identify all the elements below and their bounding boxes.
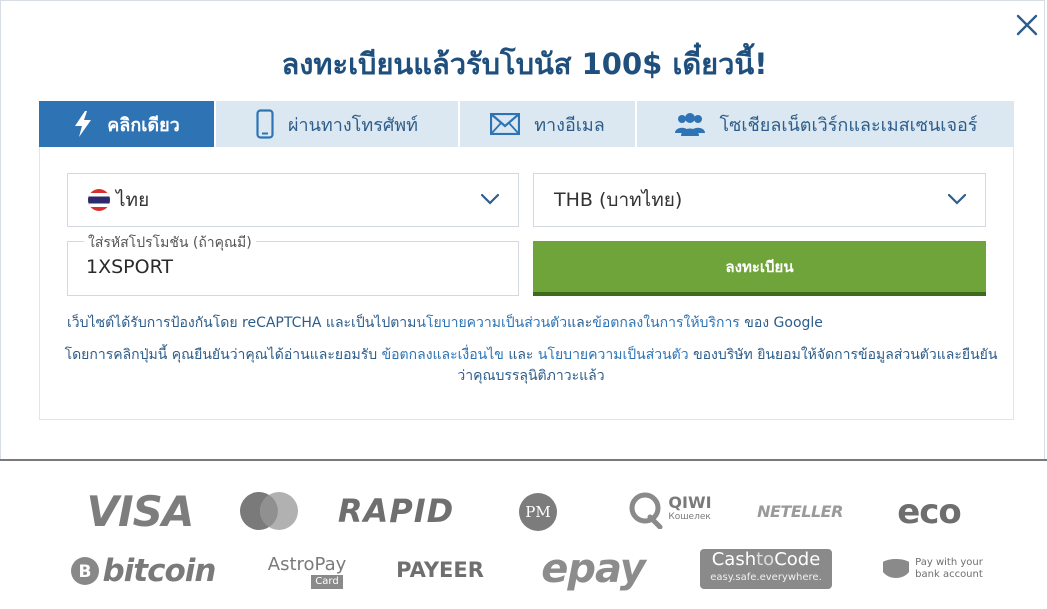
visa-logo: VISA bbox=[86, 486, 195, 536]
bank-text-2: bank account bbox=[915, 569, 983, 580]
bitcoin-icon: B bbox=[71, 557, 100, 585]
recaptcha-and-text: และ bbox=[567, 315, 593, 331]
bitcoin-text: bitcoin bbox=[102, 553, 216, 589]
promo-code-input[interactable] bbox=[86, 256, 486, 278]
cashtocode-text-3: Code bbox=[774, 549, 821, 570]
astropay-text: AstroPay bbox=[267, 554, 347, 575]
cashtocode-subtext: easy.safe.everywhere. bbox=[710, 572, 822, 583]
rapid-text: RAPID bbox=[337, 492, 455, 530]
country-value: ไทย bbox=[116, 189, 150, 211]
eco-logo: eco bbox=[890, 491, 968, 533]
epay-logo: epay bbox=[541, 546, 646, 592]
tab-phone[interactable]: ผ่านทางโทรศัพท์ bbox=[216, 101, 460, 147]
rapid-logo: RAPID bbox=[338, 491, 453, 531]
users-icon bbox=[674, 113, 705, 136]
tab-social[interactable]: โซเชียลเน็ตเวิร์กและเมสเซนเจอร์ bbox=[637, 101, 1014, 147]
bank-text-1: Pay with your bbox=[915, 557, 983, 568]
mastercard-logo bbox=[240, 492, 298, 530]
bank-icon bbox=[883, 559, 910, 578]
phone-icon bbox=[256, 109, 274, 139]
tab-email[interactable]: ทางอีเมล bbox=[460, 101, 637, 147]
register-button[interactable]: ลงทะเบียน bbox=[533, 241, 986, 296]
terms-notice: โดยการคลิกปุ่มนี้ คุณยืนยันว่าคุณได้อ่าน… bbox=[61, 345, 1001, 387]
terms-and-text: และ bbox=[508, 347, 534, 363]
registration-tabs: คลิกเดียว ผ่านทางโทรศัพท์ ทางอีเมล โซเชี… bbox=[39, 101, 1014, 147]
recaptcha-text: เว็บไซต์ได้รับการป้องกันโดย reCAPTCHA แล… bbox=[67, 315, 417, 331]
cashtocode-text-1: Cash bbox=[711, 549, 757, 570]
bank-account-logo: Pay with your bank account bbox=[878, 551, 986, 587]
tab-label: ผ่านทางโทรศัพท์ bbox=[287, 114, 419, 136]
thailand-flag-icon bbox=[88, 189, 110, 211]
close-icon[interactable] bbox=[1013, 11, 1041, 39]
chevron-down-icon bbox=[947, 193, 967, 205]
lightning-icon bbox=[75, 111, 92, 137]
terms-conditions-link[interactable]: ข้อตกลงและเงื่อนไข bbox=[382, 347, 504, 363]
registration-modal: ลงทะเบียนแล้วรับโบนัส 100$ เดี๋ยวนี้! คล… bbox=[0, 0, 1045, 460]
privacy-policy-link[interactable]: นโยบายความเป็นส่วนตัว bbox=[416, 315, 567, 331]
payeer-logo: PAYEER bbox=[396, 558, 484, 582]
qiwi-subtext: Кошелек bbox=[668, 512, 711, 522]
country-select[interactable]: ไทย bbox=[67, 173, 519, 227]
qiwi-icon bbox=[629, 492, 663, 529]
recaptcha-suffix-text: ของ Google bbox=[744, 315, 823, 331]
qiwi-logo: QIWI Кошелек bbox=[628, 489, 712, 531]
tab-label: คลิกเดียว bbox=[107, 114, 180, 136]
cashtocode-text-2: to bbox=[756, 549, 775, 570]
tab-one-click[interactable]: คลิกเดียว bbox=[39, 101, 216, 147]
neteller-logo: NETELLER bbox=[757, 501, 843, 521]
currency-value: THB (บาทไทย) bbox=[554, 189, 683, 211]
tab-label: ทางอีเมล bbox=[534, 114, 605, 136]
astropay-logo: AstroPay Card bbox=[262, 549, 352, 595]
promo-code-field: ใส่รหัสโปรโมชัน (ถ้าคุณมี) bbox=[67, 232, 519, 296]
modal-title: ลงทะเบียนแล้วรับโบนัส 100$ เดี๋ยวนี้! bbox=[281, 47, 768, 81]
astropay-card-text: Card bbox=[311, 575, 343, 589]
cashtocode-logo: CashtoCode easy.safe.everywhere. bbox=[700, 549, 832, 589]
terms-text: โดยการคลิกปุ่มนี้ คุณยืนยันว่าคุณได้อ่าน… bbox=[64, 347, 378, 363]
bitcoin-logo: B bitcoin bbox=[68, 549, 218, 593]
tab-label: โซเชียลเน็ตเวิร์กและเมสเซนเจอร์ bbox=[719, 114, 978, 136]
recaptcha-notice: เว็บไซต์ได้รับการป้องกันโดย reCAPTCHA แล… bbox=[67, 312, 967, 334]
svg-text:B: B bbox=[79, 562, 92, 582]
currency-select[interactable]: THB (บาทไทย) bbox=[533, 173, 986, 227]
chevron-down-icon bbox=[480, 193, 500, 205]
terms-of-service-link[interactable]: ข้อตกลงในการให้บริการ bbox=[592, 315, 740, 331]
mail-icon bbox=[490, 113, 521, 135]
privacy-policy-link-2[interactable]: นโยบายความเป็นส่วนตัว bbox=[538, 347, 689, 363]
payment-methods: VISA RAPID PM QIWI Кошелек NETELLER eco … bbox=[0, 461, 1047, 609]
promo-code-label: ใส่รหัสโปรโมชัน (ถ้าคุณมี) bbox=[84, 232, 256, 254]
eco-text: eco bbox=[897, 492, 962, 532]
perfect-money-logo: PM bbox=[519, 493, 557, 531]
qiwi-text: QIWI bbox=[668, 493, 712, 512]
